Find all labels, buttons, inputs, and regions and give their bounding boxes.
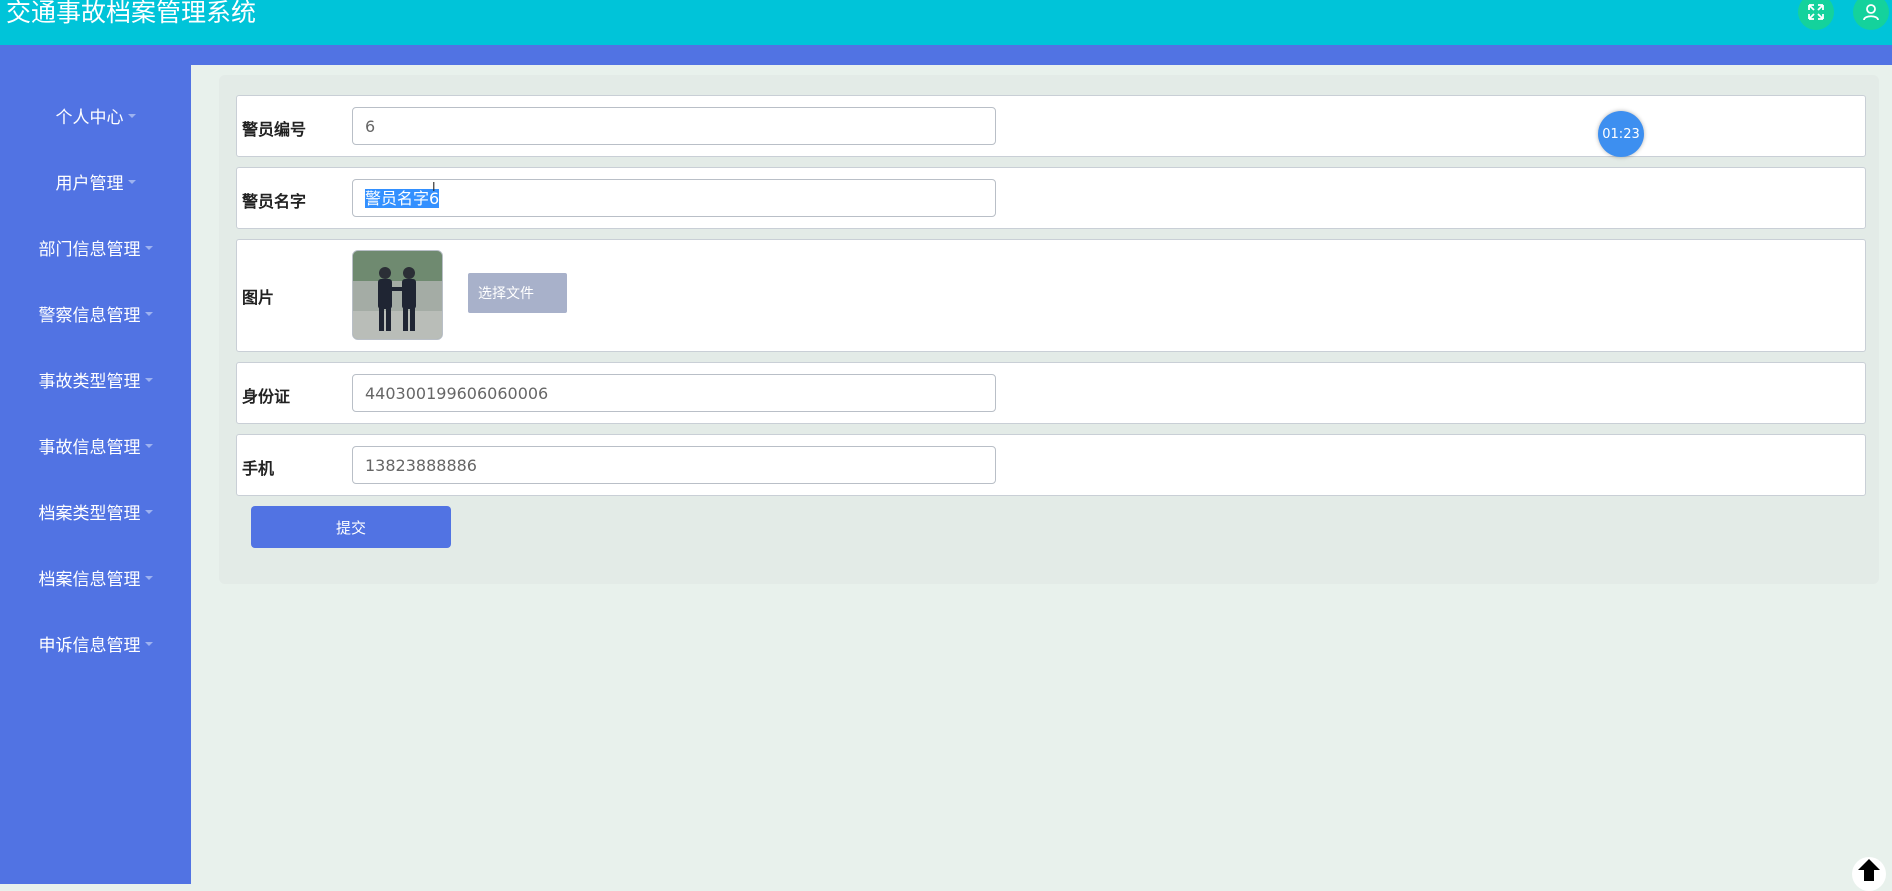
officer-name-input[interactable]: 警员名字6 [352,179,996,217]
sidebar-item-appeal-info[interactable]: 申诉信息管理 [0,623,191,663]
sidebar-item-label: 档案类型管理 [38,503,141,524]
id-card-input[interactable]: 440300199606060006 [352,374,996,412]
user-icon [1863,4,1879,21]
sidebar-item-accident-info[interactable]: 事故信息管理 [0,425,191,465]
sidebar-item-police[interactable]: 警察信息管理 [0,293,191,333]
field-label: 图片 [242,288,275,307]
fullscreen-icon[interactable] [1798,0,1834,30]
chevron-down-icon [144,576,153,580]
back-to-top-icon[interactable] [1852,857,1886,891]
top-bar: 交通事故档案管理系统 [0,0,1892,45]
sidebar-item-archive-type[interactable]: 档案类型管理 [0,491,191,531]
field-label: 身份证 [242,387,291,406]
field-label: 警员编号 [242,120,307,139]
sidebar-item-archive-info[interactable]: 档案信息管理 [0,557,191,597]
chevron-down-icon [144,510,153,514]
form-row-id-card: 身份证 440300199606060006 [236,362,1866,424]
app-title: 交通事故档案管理系统 [6,0,257,27]
chevron-down-icon [127,114,136,118]
chevron-down-icon [144,444,153,448]
form-row-officer-name: 警员名字 警员名字6 [236,167,1866,229]
chevron-down-icon [144,642,153,646]
officer-photo [352,250,443,340]
sidebar-item-department[interactable]: 部门信息管理 [0,227,191,267]
chevron-down-icon [144,246,153,250]
up-arrow-icon [1858,859,1880,881]
sidebar-item-label: 警察信息管理 [38,305,141,326]
sidebar-item-user-management[interactable]: 用户管理 [0,161,191,201]
sidebar-item-label: 档案信息管理 [38,569,141,590]
sidebar-item-label: 部门信息管理 [38,239,141,260]
sidebar-item-label: 个人中心 [55,107,124,128]
form-row-photo: 图片 选择文件 [236,239,1866,352]
chevron-down-icon [127,180,136,184]
sidebar-item-label: 申诉信息管理 [38,635,141,656]
sidebar-item-label: 事故类型管理 [38,371,141,392]
sidebar-item-label: 用户管理 [55,173,124,194]
header-strip [0,45,1892,65]
expand-arrows-icon [1808,4,1824,20]
timer-badge: 01:23 [1598,111,1644,157]
submit-button[interactable]: 提交 [251,506,451,548]
phone-input[interactable]: 13823888886 [352,446,996,484]
photo-image [353,251,442,339]
choose-file-button[interactable]: 选择文件 [468,273,567,313]
officer-id-input[interactable]: 6 [352,107,996,145]
selected-text: 警员名字6 [365,189,440,208]
sidebar-item-accident-type[interactable]: 事故类型管理 [0,359,191,399]
chevron-down-icon [144,312,153,316]
chevron-down-icon [144,378,153,382]
sidebar: 个人中心 用户管理 部门信息管理 警察信息管理 事故类型管理 事故信息管理 档案… [0,65,191,884]
sidebar-item-label: 事故信息管理 [38,437,141,458]
form-row-phone: 手机 13823888886 [236,434,1866,496]
user-menu-icon[interactable] [1853,0,1889,30]
sidebar-item-personal-center[interactable]: 个人中心 [0,95,191,135]
text-cursor-icon: I [432,180,436,194]
field-label: 手机 [242,459,275,478]
field-label: 警员名字 [242,192,307,211]
